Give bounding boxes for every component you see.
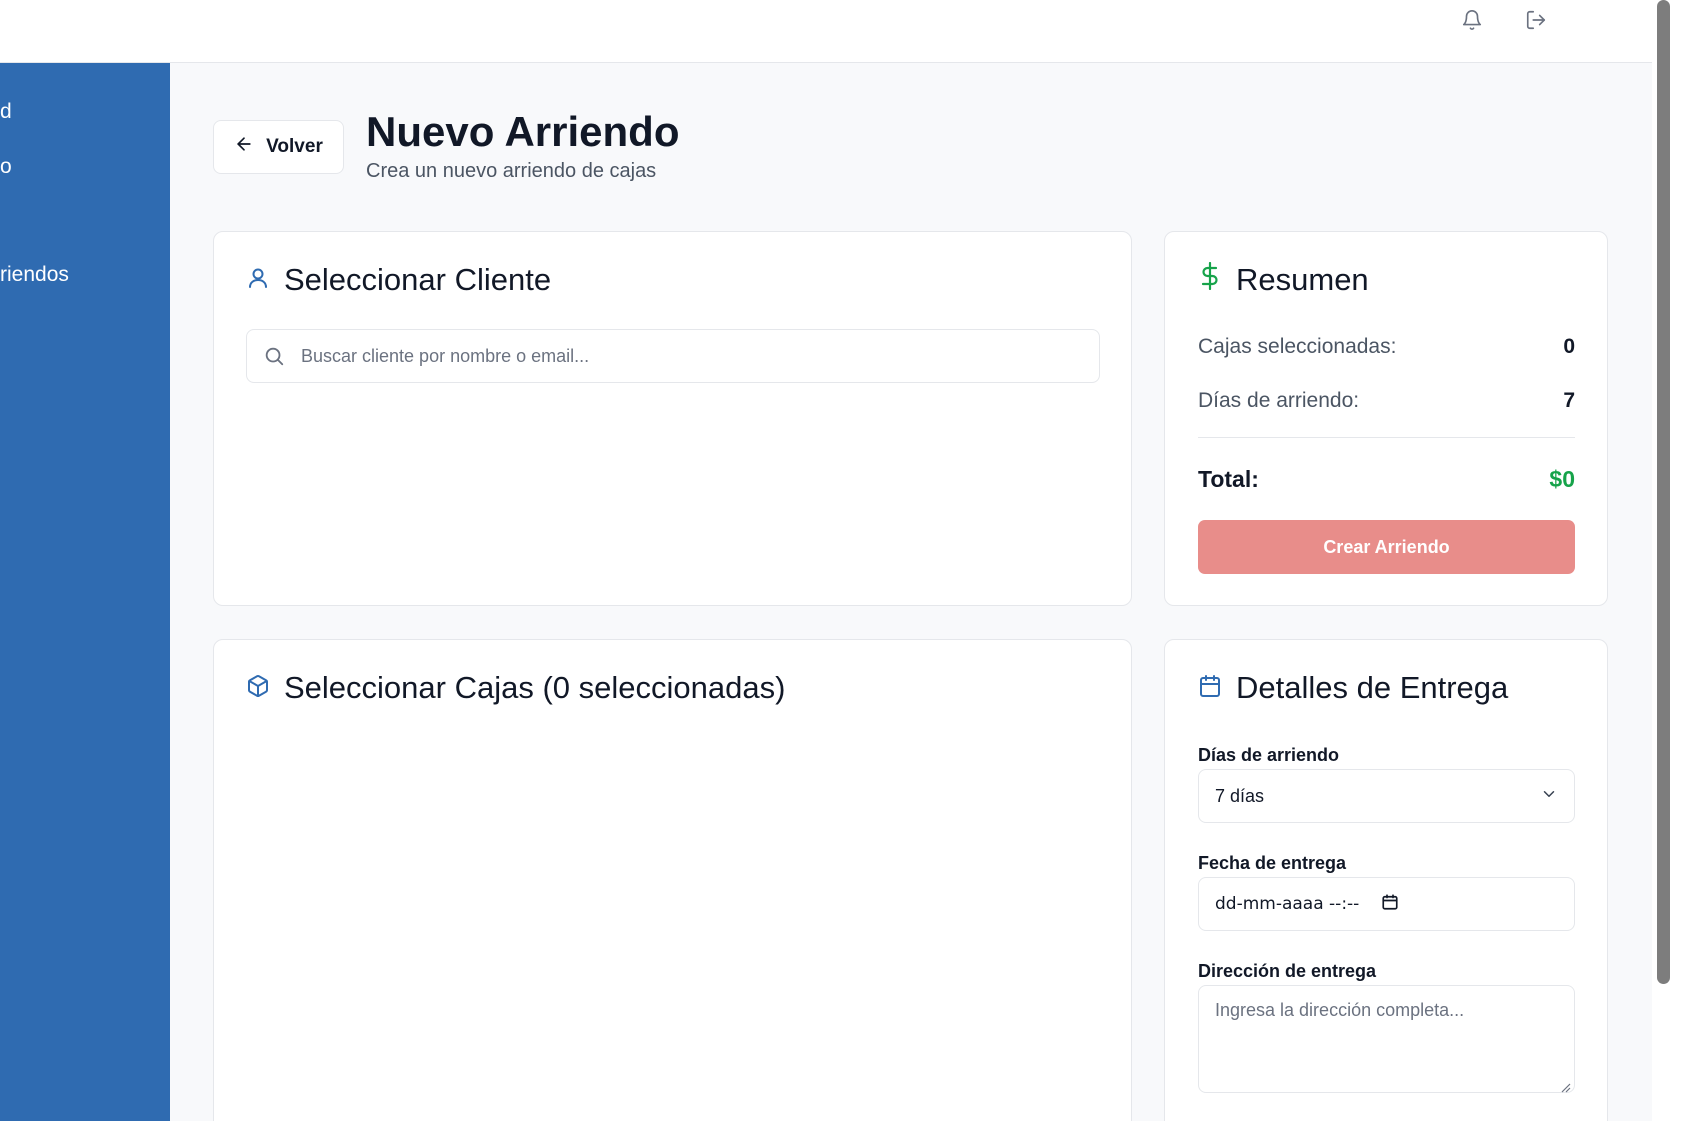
- sidebar-item-dashboard[interactable]: d: [0, 100, 12, 124]
- back-button[interactable]: Volver: [213, 120, 344, 174]
- summary-divider: [1198, 437, 1575, 438]
- create-rental-button[interactable]: Crear Arriendo: [1198, 520, 1575, 574]
- summary-boxes-label: Cajas seleccionadas:: [1198, 335, 1397, 358]
- summary-heading: Resumen: [1236, 262, 1369, 297]
- rental-days-value: 7 días: [1215, 785, 1265, 806]
- rental-days-select[interactable]: 7 días: [1198, 769, 1575, 823]
- sidebar: d o riendos: [0, 63, 170, 1121]
- page-title: Nuevo Arriendo: [366, 108, 680, 155]
- delivery-card-title: Detalles de Entrega: [1198, 670, 1508, 706]
- summary-boxes-row: Cajas seleccionadas: 0: [1198, 335, 1575, 359]
- rental-days-label: Días de arriendo: [1198, 745, 1340, 765]
- boxes-card-title: Seleccionar Cajas (0 seleccionadas): [246, 670, 785, 706]
- client-card-heading: Seleccionar Cliente: [284, 262, 552, 297]
- back-button-label: Volver: [266, 136, 323, 157]
- chevron-down-icon: [1540, 785, 1558, 808]
- summary-total-row: Total: $0: [1198, 466, 1575, 493]
- boxes-card: Seleccionar Cajas (0 seleccionadas): [213, 639, 1132, 1121]
- summary-boxes-value: 0: [1563, 335, 1575, 358]
- user-icon: [246, 262, 270, 298]
- package-icon: [246, 670, 270, 706]
- summary-total-value: $0: [1549, 466, 1575, 492]
- arrow-left-icon: [234, 134, 254, 160]
- summary-card-title: Resumen: [1198, 261, 1369, 298]
- summary-days-label: Días de arriendo:: [1198, 389, 1360, 412]
- delivery-heading: Detalles de Entrega: [1236, 670, 1509, 705]
- resize-handle-icon[interactable]: [1559, 1077, 1571, 1093]
- delivery-address-placeholder: Ingresa la dirección completa...: [1215, 1000, 1465, 1020]
- page-subtitle: Crea un nuevo arriendo de cajas: [366, 160, 657, 182]
- client-card-title: Seleccionar Cliente: [246, 262, 551, 298]
- summary-days-value: 7: [1563, 389, 1575, 412]
- dollar-icon: [1198, 261, 1222, 298]
- delivery-address-textarea[interactable]: Ingresa la dirección completa...: [1198, 985, 1575, 1093]
- client-card: Seleccionar Cliente: [213, 231, 1132, 606]
- delivery-date-input[interactable]: dd-mm-aaaa --:--: [1198, 877, 1575, 931]
- delivery-date-value: dd-mm-aaaa --:--: [1215, 894, 1360, 914]
- logout-icon[interactable]: [1522, 6, 1550, 34]
- calendar-icon: [1198, 670, 1222, 706]
- delivery-date-label: Fecha de entrega: [1198, 853, 1347, 873]
- search-icon: [247, 345, 301, 367]
- summary-card: Resumen Cajas seleccionadas: 0 Días de a…: [1164, 231, 1608, 606]
- sidebar-item-rentals[interactable]: riendos: [0, 263, 69, 287]
- summary-days-row: Días de arriendo: 7: [1198, 389, 1575, 413]
- client-search-input[interactable]: [301, 330, 1099, 382]
- top-bar: [0, 0, 1652, 63]
- calendar-picker-icon[interactable]: [1381, 893, 1399, 916]
- delivery-card: Detalles de Entrega Días de arriendo 7 d…: [1164, 639, 1608, 1121]
- sidebar-item-inventory[interactable]: o: [0, 155, 12, 179]
- client-search-box: [246, 329, 1100, 383]
- delivery-address-label: Dirección de entrega: [1198, 961, 1377, 981]
- scrollbar-thumb[interactable]: [1657, 0, 1670, 984]
- boxes-card-heading: Seleccionar Cajas (0 seleccionadas): [284, 670, 786, 705]
- bell-icon[interactable]: [1458, 6, 1486, 34]
- summary-total-label: Total:: [1198, 466, 1259, 492]
